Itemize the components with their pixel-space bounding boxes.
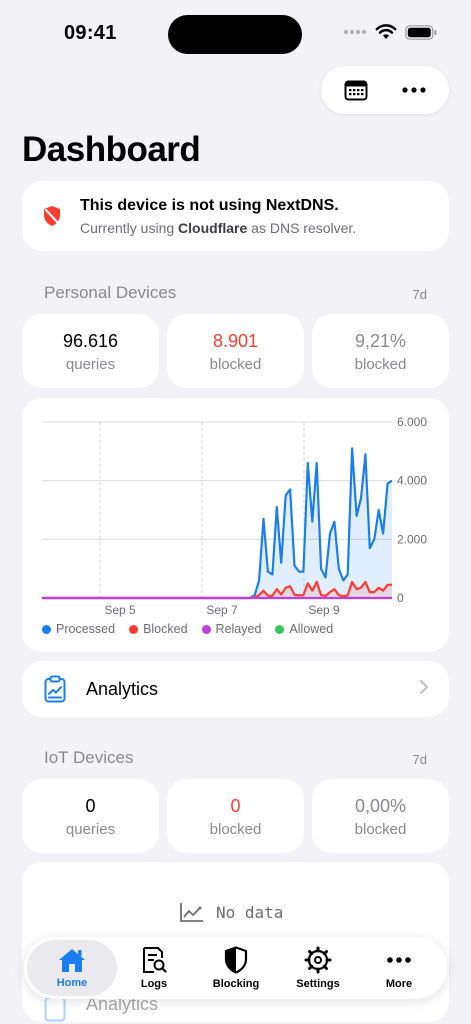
analytics-row-personal[interactable]: Analytics — [22, 661, 449, 717]
series-area-processed — [42, 448, 392, 598]
house-icon — [59, 949, 85, 972]
clipboard-chart-icon — [44, 675, 66, 703]
warning-subtitle: Currently using Cloudflare as DNS resolv… — [80, 220, 356, 236]
section-range-personal: 7d — [412, 287, 427, 302]
stat-blocked: 0 blocked — [167, 779, 304, 853]
y-tick-label: 4.000 — [397, 474, 427, 488]
legend-label: Processed — [56, 622, 116, 636]
stat-value: 0 — [230, 796, 241, 816]
legend-label: Allowed — [289, 622, 334, 636]
legend-dot — [129, 624, 139, 634]
ellipsis-icon — [402, 87, 426, 93]
traffic-chart: 6.000 4.000 2.000 0 Sep 5 Sep 7 Sep 9 — [42, 415, 427, 617]
tab-home[interactable]: Home — [27, 940, 117, 996]
warning-title: This device is not using NextDNS. — [80, 197, 339, 214]
chart-legend: Processed Blocked Relayed Allowed — [42, 622, 333, 636]
legend-item: Blocked — [129, 622, 188, 636]
legend-item: Processed — [42, 622, 115, 636]
wifi-icon — [375, 24, 397, 39]
tab-label: Settings — [296, 978, 340, 990]
tab-label: More — [385, 978, 413, 990]
stat-label: blocked — [354, 356, 407, 373]
logs-icon — [143, 947, 167, 973]
dns-warning-card[interactable]: This device is not using NextDNS. Curren… — [22, 181, 449, 251]
tab-label: Home — [56, 977, 88, 989]
stat-label: queries — [65, 356, 116, 373]
stat-label: blocked — [354, 821, 407, 838]
ellipsis-icon — [387, 957, 411, 963]
no-data-text: No data — [216, 902, 284, 922]
gear-icon — [304, 946, 332, 974]
y-tick-label: 6.000 — [397, 415, 427, 429]
tab-logs[interactable]: Logs — [109, 940, 199, 996]
legend-dot — [201, 624, 211, 634]
chevron-right-icon — [419, 679, 429, 695]
tab-more[interactable]: More — [354, 940, 444, 996]
stat-value: 0 — [85, 796, 96, 816]
status-time: 09:41 — [64, 22, 117, 44]
warning-subtitle-suffix: as DNS resolver. — [247, 220, 357, 236]
stat-label: blocked — [209, 356, 262, 373]
no-data-placeholder: No data — [180, 902, 283, 922]
warning-subtitle-prefix: Currently using — [80, 220, 179, 236]
stat-blocked-percent: 0,00% blocked — [312, 779, 449, 853]
legend-dot — [42, 624, 51, 634]
legend-label: Relayed — [215, 622, 262, 636]
y-tick-label: 0 — [397, 591, 404, 605]
tab-blocking[interactable]: Blocking — [191, 940, 281, 996]
stat-label: blocked — [209, 821, 262, 838]
section-title-personal: Personal Devices — [44, 283, 177, 302]
stat-value: 96.616 — [62, 331, 119, 351]
stat-value: 0,00% — [354, 796, 407, 816]
stat-queries: 96.616 queries — [22, 314, 159, 388]
battery-icon — [405, 24, 437, 40]
shield-icon — [224, 946, 248, 974]
status-icons — [343, 24, 437, 40]
legend-item: Allowed — [275, 622, 333, 636]
legend-item: Relayed — [201, 622, 262, 636]
shield-slash-icon — [44, 206, 60, 226]
analytics-label: Analytics — [86, 679, 159, 699]
line-chart-icon — [180, 903, 203, 922]
stat-label: queries — [65, 821, 116, 838]
y-tick-label: 2.000 — [397, 532, 427, 546]
x-tick-label: Sep 7 — [206, 603, 238, 617]
calendar-button[interactable] — [332, 70, 380, 110]
tab-label: Logs — [140, 978, 168, 990]
more-options-button[interactable] — [390, 70, 438, 110]
traffic-chart-card[interactable]: 6.000 4.000 2.000 0 Sep 5 Sep 7 Sep 9 Processe… — [22, 398, 449, 652]
tab-bar: Home Logs Blocking Settings More — [24, 937, 447, 999]
stat-blocked-percent: 9,21% blocked — [312, 314, 449, 388]
calendar-icon — [344, 80, 368, 101]
stat-blocked: 8.901 blocked — [167, 314, 304, 388]
stat-queries: 0 queries — [22, 779, 159, 853]
status-bar: 09:41 — [0, 0, 471, 60]
legend-label: Blocked — [143, 622, 188, 636]
page-title: Dashboard — [22, 130, 201, 169]
cellular-signal-icon — [343, 29, 367, 35]
top-action-bar — [321, 66, 449, 114]
section-range-iot: 7d — [412, 752, 427, 767]
legend-dot — [275, 624, 285, 634]
tab-settings[interactable]: Settings — [273, 940, 363, 996]
x-tick-label: Sep 9 — [308, 603, 340, 617]
warning-resolver: Cloudflare — [178, 220, 248, 236]
stat-value: 8.901 — [212, 331, 259, 351]
tab-label: Blocking — [212, 978, 260, 990]
section-title-iot: IoT Devices — [44, 748, 134, 767]
stat-value: 9,21% — [354, 331, 407, 351]
dynamic-island — [168, 15, 302, 54]
x-tick-label: Sep 5 — [104, 603, 136, 617]
